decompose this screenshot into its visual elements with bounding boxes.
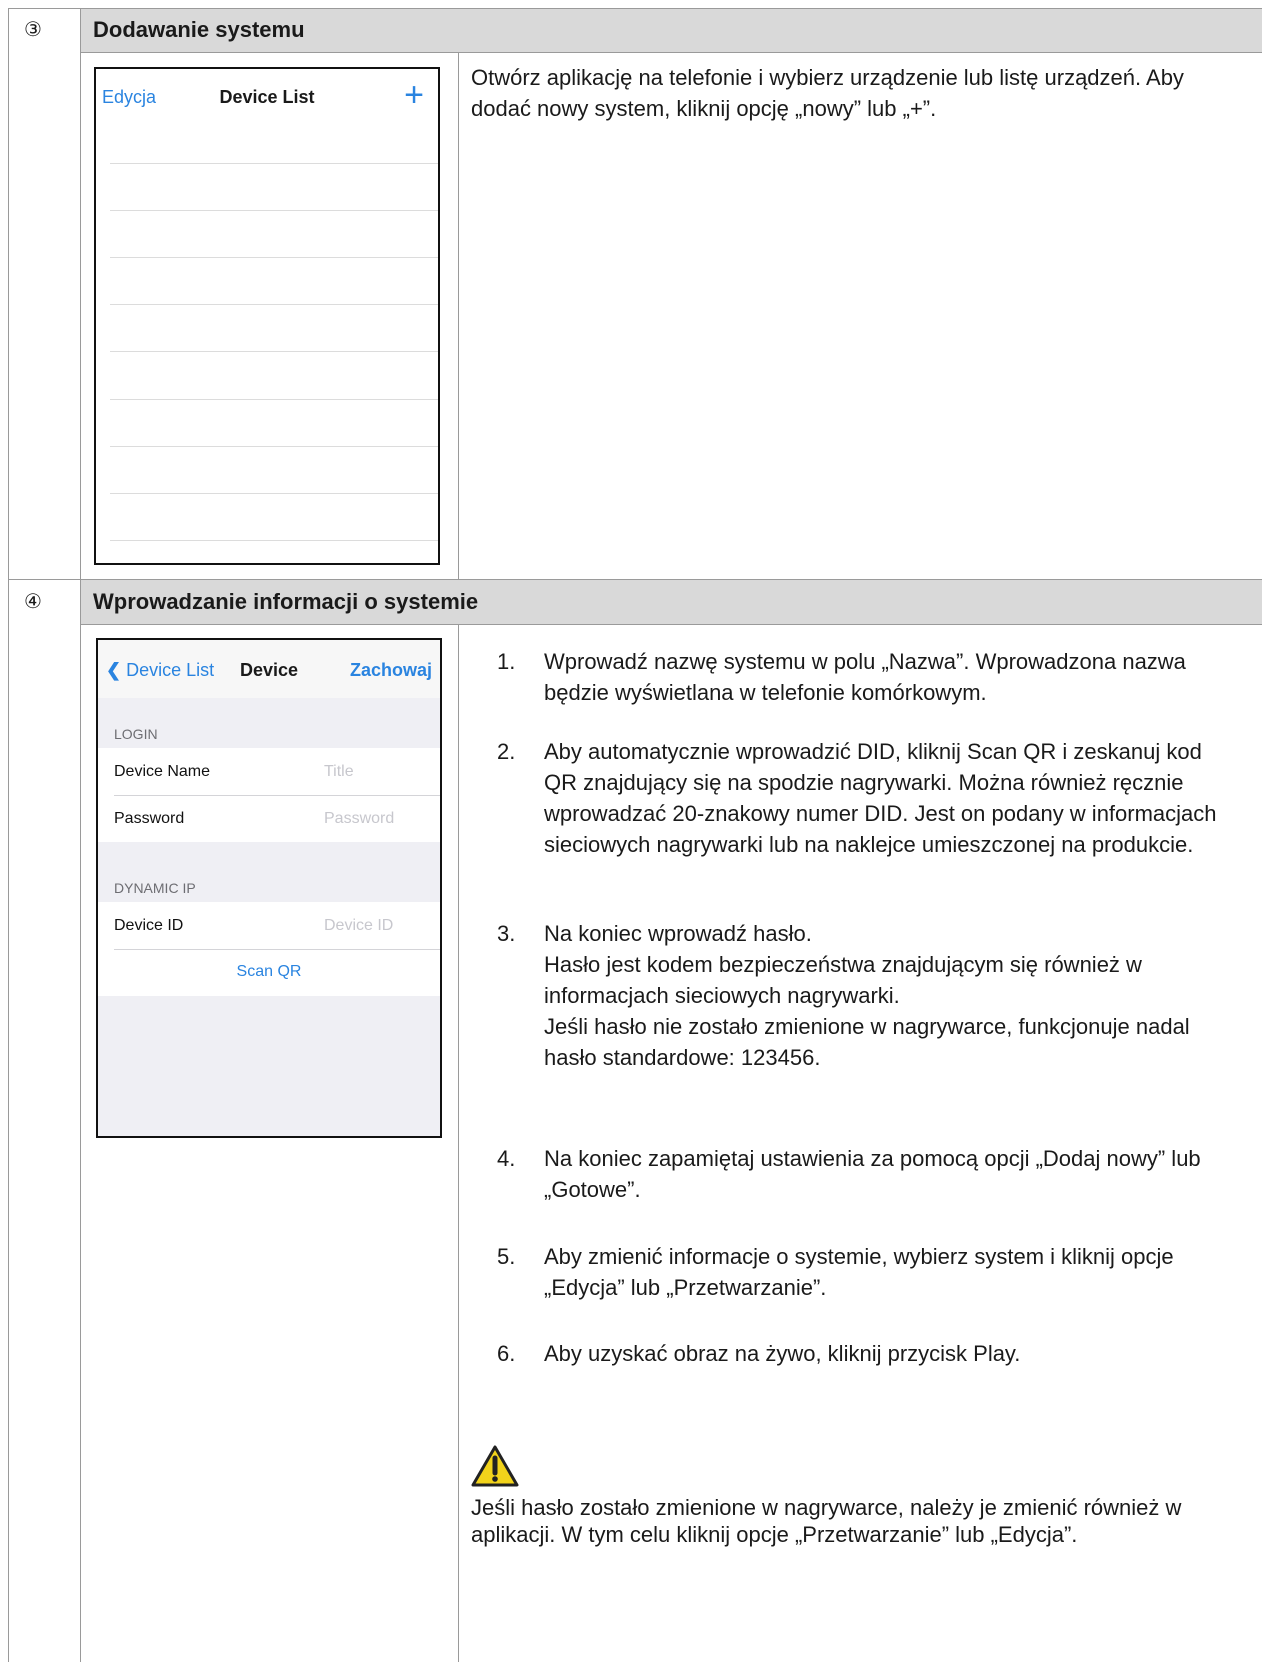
list-row-divider bbox=[110, 304, 438, 305]
table-line bbox=[8, 579, 1262, 580]
nav-bar: Edycja Device List + bbox=[96, 69, 438, 125]
table-line bbox=[8, 8, 9, 1662]
password-label: Password bbox=[114, 810, 185, 827]
table-line bbox=[80, 8, 81, 1662]
login-group: Device Name Title Password Password bbox=[98, 748, 440, 842]
list-row-divider bbox=[110, 446, 438, 447]
step-number: 6. bbox=[497, 1341, 516, 1366]
table-line bbox=[80, 52, 1262, 53]
list-row-divider bbox=[110, 540, 438, 541]
back-button[interactable]: ❮ Device List bbox=[106, 660, 214, 681]
step-text: Aby uzyskać obraz na żywo, kliknij przyc… bbox=[544, 1341, 1021, 1366]
section3-number: ③ bbox=[24, 19, 42, 41]
screen-title: Device List bbox=[219, 87, 315, 107]
step-6: 6. Aby uzyskać obraz na żywo, kliknij pr… bbox=[497, 1338, 1237, 1370]
form-body: LOGIN Device Name Title Password Passwor… bbox=[98, 698, 440, 1136]
device-list-screenshot: Edycja Device List + bbox=[94, 67, 440, 565]
step-text: Na koniec zapamiętaj ustawienia za pomoc… bbox=[544, 1146, 1201, 1202]
warning-icon bbox=[471, 1445, 519, 1487]
step-text-block: Na koniec wprowadź hasło. Hasło jest kod… bbox=[544, 918, 1237, 1073]
device-name-field[interactable]: Title bbox=[324, 763, 354, 781]
step-text-line2: Hasło jest kodem bezpieczeństwa znajdują… bbox=[544, 952, 1142, 1008]
table-line bbox=[80, 624, 1262, 625]
list-row-divider bbox=[110, 399, 438, 400]
table-line bbox=[8, 8, 1262, 9]
step-number: 3. bbox=[497, 921, 516, 946]
step-text: Aby zmienić informacje o systemie, wybie… bbox=[544, 1244, 1174, 1300]
chevron-left-icon: ❮ bbox=[106, 660, 122, 680]
section4-title: Wprowadzanie informacji o systemie bbox=[93, 589, 479, 614]
step-number: 4. bbox=[497, 1146, 516, 1171]
step-5: 5. Aby zmienić informacje o systemie, wy… bbox=[497, 1241, 1237, 1305]
step-number: 2. bbox=[497, 739, 516, 764]
device-id-field[interactable]: Device ID bbox=[324, 917, 393, 935]
login-section-label: LOGIN bbox=[114, 726, 158, 742]
device-id-label: Device ID bbox=[114, 917, 184, 934]
section3-title: Dodawanie systemu bbox=[93, 17, 305, 42]
list-row-divider bbox=[110, 257, 438, 258]
device-form-screenshot: ❮ Device List Device Zachowaj LOGIN Devi… bbox=[96, 638, 442, 1138]
table-line bbox=[458, 624, 459, 1662]
step-4: 4. Na koniec zapamiętaj ustawienia za po… bbox=[497, 1143, 1237, 1207]
step-number: 5. bbox=[497, 1244, 516, 1269]
step-text: Wprowadź nazwę systemu w polu „Nazwa”. W… bbox=[544, 649, 1186, 705]
list-row-divider bbox=[110, 163, 438, 164]
cell-divider bbox=[114, 949, 440, 950]
step-number: 1. bbox=[497, 649, 516, 674]
list-row-divider bbox=[110, 210, 438, 211]
cell-divider bbox=[114, 795, 440, 796]
password-field[interactable]: Password bbox=[324, 810, 394, 828]
step-1: 1. Wprowadź nazwę systemu w polu „Nazwa”… bbox=[497, 646, 1237, 710]
add-icon[interactable]: + bbox=[404, 75, 424, 115]
step-text: Aby automatycznie wprowadzić DID, klikni… bbox=[544, 739, 1217, 857]
step-2: 2. Aby automatycznie wprowadzić DID, kli… bbox=[497, 736, 1237, 892]
save-button[interactable]: Zachowaj bbox=[350, 660, 432, 681]
section4-number: ④ bbox=[24, 591, 42, 613]
step-text-line3: Jeśli hasło nie zostało zmienione w nagr… bbox=[544, 1014, 1190, 1070]
list-row-divider bbox=[110, 351, 438, 352]
back-label: Device List bbox=[126, 660, 215, 680]
table-line bbox=[458, 52, 459, 579]
list-row-divider bbox=[110, 493, 438, 494]
step-3: 3. Na koniec wprowadź hasło. Hasło jest … bbox=[497, 918, 1237, 1104]
step-text: Na koniec wprowadź hasło. bbox=[544, 921, 812, 946]
dynamic-ip-group: Device ID Device ID Scan QR bbox=[98, 902, 440, 996]
scan-qr-button[interactable]: Scan QR bbox=[98, 963, 440, 981]
nav-bar: ❮ Device List Device Zachowaj bbox=[98, 640, 440, 698]
screen-title: Device bbox=[240, 660, 299, 680]
dynamic-ip-section-label: DYNAMIC IP bbox=[114, 880, 196, 896]
warning-text: Jeśli hasło zostało zmienione w nagrywar… bbox=[471, 1495, 1182, 1547]
section3-description: Otwórz aplikację na telefonie i wybierz … bbox=[471, 65, 1184, 121]
device-name-label: Device Name bbox=[114, 763, 211, 780]
